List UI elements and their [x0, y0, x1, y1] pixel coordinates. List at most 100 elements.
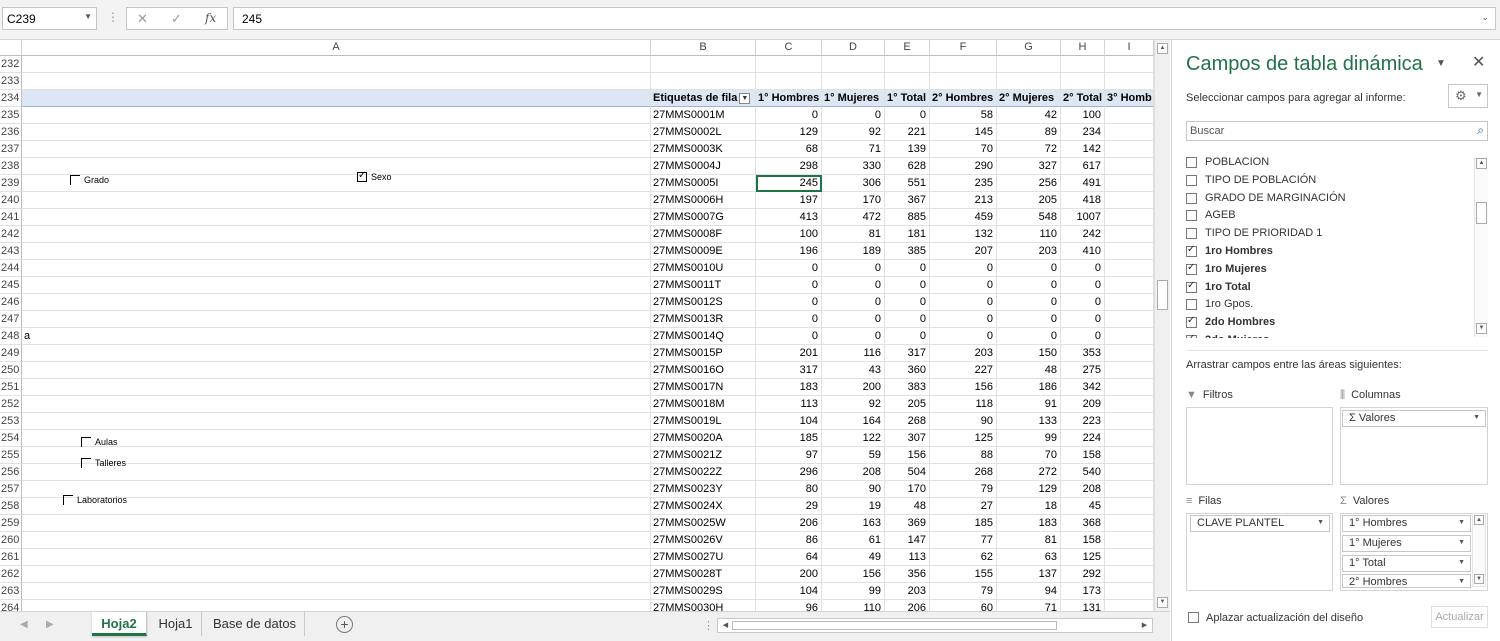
- cell[interactable]: 97: [756, 447, 822, 464]
- cell[interactable]: 125: [930, 430, 997, 447]
- pivot-header-cell[interactable]: 1° Hombres: [756, 90, 822, 107]
- cell[interactable]: 27MMS0011T: [651, 277, 756, 294]
- cell[interactable]: 88: [930, 447, 997, 464]
- cell[interactable]: [22, 90, 651, 107]
- field-item[interactable]: 2do Mujeres: [1186, 333, 1471, 338]
- chevron-down-icon[interactable]: ▼: [1458, 578, 1465, 585]
- tools-button[interactable]: ⚙ ▼: [1448, 84, 1488, 108]
- cell[interactable]: [1105, 158, 1154, 175]
- row-header[interactable]: 258: [0, 498, 22, 515]
- cell[interactable]: 185: [930, 515, 997, 532]
- cell[interactable]: [651, 73, 756, 90]
- checkbox-checked[interactable]: [1186, 280, 1197, 293]
- pivot-header-cell[interactable]: 2° Mujeres: [997, 90, 1061, 107]
- cell[interactable]: 0: [822, 260, 885, 277]
- cell[interactable]: 27MMS0020A: [651, 430, 756, 447]
- cell[interactable]: [22, 226, 651, 243]
- cell[interactable]: 133: [997, 413, 1061, 430]
- cell[interactable]: 58: [930, 107, 997, 124]
- tab-hoja1[interactable]: Hoja1: [150, 612, 202, 636]
- cell[interactable]: 27: [930, 498, 997, 515]
- search-icon[interactable]: ⌕: [1477, 123, 1484, 138]
- cell[interactable]: 72: [997, 141, 1061, 158]
- scroll-down-icon[interactable]: ▼: [1157, 597, 1168, 608]
- cell[interactable]: 27MMS0027U: [651, 549, 756, 566]
- cell[interactable]: 356: [885, 566, 930, 583]
- cell[interactable]: 129: [997, 481, 1061, 498]
- scroll-up-icon[interactable]: ▲: [1476, 158, 1487, 169]
- scroll-up-icon[interactable]: ▲: [1474, 515, 1484, 525]
- cell[interactable]: 234: [1061, 124, 1105, 141]
- cell[interactable]: 330: [822, 158, 885, 175]
- cell[interactable]: 209: [1061, 396, 1105, 413]
- cell[interactable]: [1105, 328, 1154, 345]
- cell[interactable]: 327: [997, 158, 1061, 175]
- cell[interactable]: [22, 515, 651, 532]
- cell[interactable]: 183: [756, 379, 822, 396]
- checkbox[interactable]: [1186, 299, 1197, 311]
- cell[interactable]: 42: [997, 107, 1061, 124]
- cell[interactable]: 70: [997, 447, 1061, 464]
- cancel-icon[interactable]: ✕: [137, 11, 148, 27]
- cell[interactable]: 367: [885, 192, 930, 209]
- cell[interactable]: [1105, 566, 1154, 583]
- checkbox-checked[interactable]: [1186, 244, 1197, 257]
- cell[interactable]: 131: [1061, 600, 1105, 611]
- cell[interactable]: 29: [756, 498, 822, 515]
- name-box[interactable]: C239 ▼: [2, 7, 97, 30]
- checkbox[interactable]: [1186, 157, 1197, 168]
- cell[interactable]: 86: [756, 532, 822, 549]
- pivot-header-cell[interactable]: 3° Homb: [1105, 90, 1154, 107]
- cell[interactable]: 27MMS0016O: [651, 362, 756, 379]
- chevron-down-icon[interactable]: ▼: [1458, 519, 1465, 526]
- cell[interactable]: [22, 532, 651, 549]
- cell[interactable]: 369: [885, 515, 930, 532]
- cell[interactable]: 0: [930, 328, 997, 345]
- cell[interactable]: 100: [1061, 107, 1105, 124]
- field-item[interactable]: TIPO DE PRIORIDAD 1: [1186, 226, 1471, 244]
- cell[interactable]: 491: [1061, 175, 1105, 192]
- row-header[interactable]: 232: [0, 56, 22, 73]
- field-item[interactable]: AGEB: [1186, 208, 1471, 226]
- column-header[interactable]: E: [885, 40, 930, 56]
- cell[interactable]: 90: [930, 413, 997, 430]
- cell[interactable]: 186: [997, 379, 1061, 396]
- cell[interactable]: 104: [756, 583, 822, 600]
- row-header[interactable]: 261: [0, 549, 22, 566]
- cell[interactable]: 275: [1061, 362, 1105, 379]
- formula-input[interactable]: 245 ⌄: [233, 7, 1496, 30]
- update-button[interactable]: Actualizar: [1431, 606, 1488, 628]
- cell[interactable]: 0: [1061, 311, 1105, 328]
- cell[interactable]: 0: [997, 260, 1061, 277]
- cell[interactable]: 0: [756, 294, 822, 311]
- cell[interactable]: 43: [822, 362, 885, 379]
- row-header[interactable]: 238: [0, 158, 22, 175]
- cell[interactable]: 385: [885, 243, 930, 260]
- cell[interactable]: 0: [885, 311, 930, 328]
- cell[interactable]: 27MMS0013R: [651, 311, 756, 328]
- cell[interactable]: [1105, 124, 1154, 141]
- cell[interactable]: [1105, 56, 1154, 73]
- cell[interactable]: 0: [756, 311, 822, 328]
- pivot-header-cell[interactable]: 1° Mujeres: [822, 90, 885, 107]
- cell[interactable]: 129: [756, 124, 822, 141]
- cell[interactable]: [1105, 226, 1154, 243]
- cell[interactable]: 27MMS0014Q: [651, 328, 756, 345]
- row-header[interactable]: 251: [0, 379, 22, 396]
- cell[interactable]: 49: [822, 549, 885, 566]
- cell[interactable]: [22, 549, 651, 566]
- cell[interactable]: 62: [930, 549, 997, 566]
- cell[interactable]: 27MMS0019L: [651, 413, 756, 430]
- cell[interactable]: 0: [885, 260, 930, 277]
- cell[interactable]: 27MMS0018M: [651, 396, 756, 413]
- cell[interactable]: [1105, 549, 1154, 566]
- field-item[interactable]: POBLACION: [1186, 155, 1471, 173]
- cell[interactable]: [22, 73, 651, 90]
- cell[interactable]: 80: [756, 481, 822, 498]
- cell[interactable]: 227: [930, 362, 997, 379]
- cell[interactable]: 413: [756, 209, 822, 226]
- cell[interactable]: [1105, 532, 1154, 549]
- cell[interactable]: 0: [885, 107, 930, 124]
- cell[interactable]: [1105, 498, 1154, 515]
- cell[interactable]: 0: [822, 277, 885, 294]
